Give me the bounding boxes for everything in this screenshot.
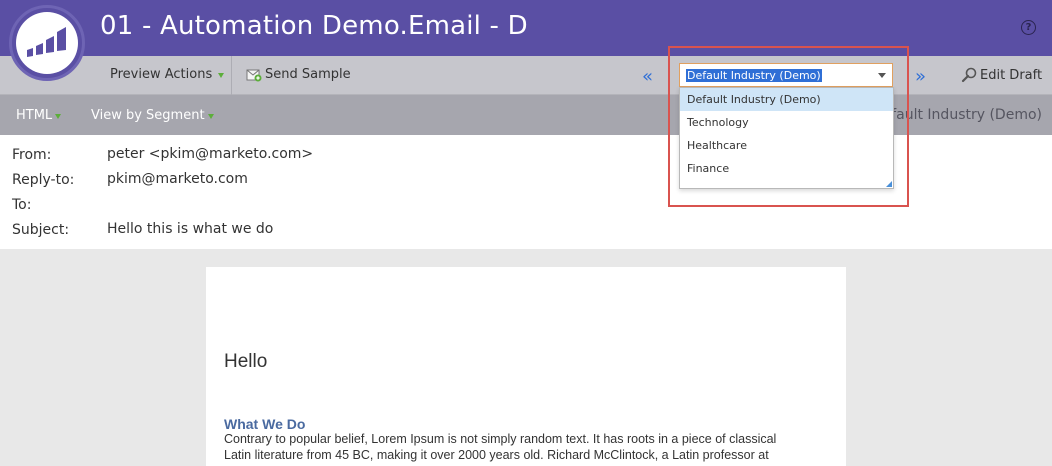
subject-label: Subject: <box>12 222 70 238</box>
segment-select-value: Default Industry (Demo) <box>686 69 822 82</box>
resize-handle-icon[interactable] <box>886 181 892 187</box>
to-label: To: <box>12 197 32 213</box>
reply-to-value: pkim@marketo.com <box>107 171 248 187</box>
segment-option[interactable]: Default Industry (Demo) <box>680 88 893 111</box>
magnifier-icon <box>961 67 977 83</box>
tab-view-by-segment-label: View by Segment <box>91 108 205 123</box>
paragraph-line: Contrary to popular belief, Lorem Ipsum … <box>224 432 777 446</box>
send-sample-button[interactable]: Send Sample <box>246 67 351 82</box>
logo-bars-icon <box>27 27 66 57</box>
subject-value: Hello this is what we do <box>107 221 274 237</box>
edit-draft-button[interactable]: Edit Draft <box>961 67 1042 83</box>
previous-segment-icon[interactable]: « <box>642 66 653 87</box>
tab-html-label: HTML <box>16 108 53 123</box>
help-icon[interactable]: ? <box>1021 20 1036 35</box>
from-value: peter <pkim@marketo.com> <box>107 146 314 162</box>
chevron-down-icon <box>207 113 214 119</box>
from-label: From: <box>12 147 52 163</box>
tab-html[interactable]: HTML <box>16 108 62 123</box>
preview-actions-label: Preview Actions <box>110 67 213 82</box>
segment-select[interactable]: Default Industry (Demo) <box>679 63 893 87</box>
chevron-down-icon[interactable] <box>878 73 886 78</box>
edit-draft-label: Edit Draft <box>980 67 1043 83</box>
page-title: 01 - Automation Demo.Email - D <box>100 11 528 41</box>
chevron-down-icon <box>218 72 225 78</box>
marketo-logo[interactable] <box>9 5 85 81</box>
send-sample-icon <box>246 69 262 81</box>
email-greeting: Hello <box>224 351 268 372</box>
chevron-down-icon <box>55 113 62 119</box>
segment-option[interactable]: Finance <box>680 157 893 180</box>
email-preview: Hello What We Do Contrary to popular bel… <box>206 267 846 466</box>
email-paragraph: Contrary to popular belief, Lorem Ipsum … <box>224 432 829 463</box>
segment-option[interactable]: Technology <box>680 111 893 134</box>
next-segment-icon[interactable]: » <box>915 66 926 87</box>
reply-to-label: Reply-to: <box>12 172 75 188</box>
preview-actions-menu[interactable]: Preview Actions <box>110 67 225 82</box>
toolbar-divider <box>231 56 232 95</box>
segment-dropdown-list: Default Industry (Demo) Technology Healt… <box>679 87 894 189</box>
paragraph-line: Latin literature from 45 BC, making it o… <box>224 447 769 462</box>
tab-view-by-segment[interactable]: View by Segment <box>91 108 214 123</box>
send-sample-label: Send Sample <box>265 67 351 82</box>
segment-option[interactable]: Healthcare <box>680 134 893 157</box>
email-section-title: What We Do <box>224 416 306 432</box>
logo-badge <box>16 12 78 74</box>
